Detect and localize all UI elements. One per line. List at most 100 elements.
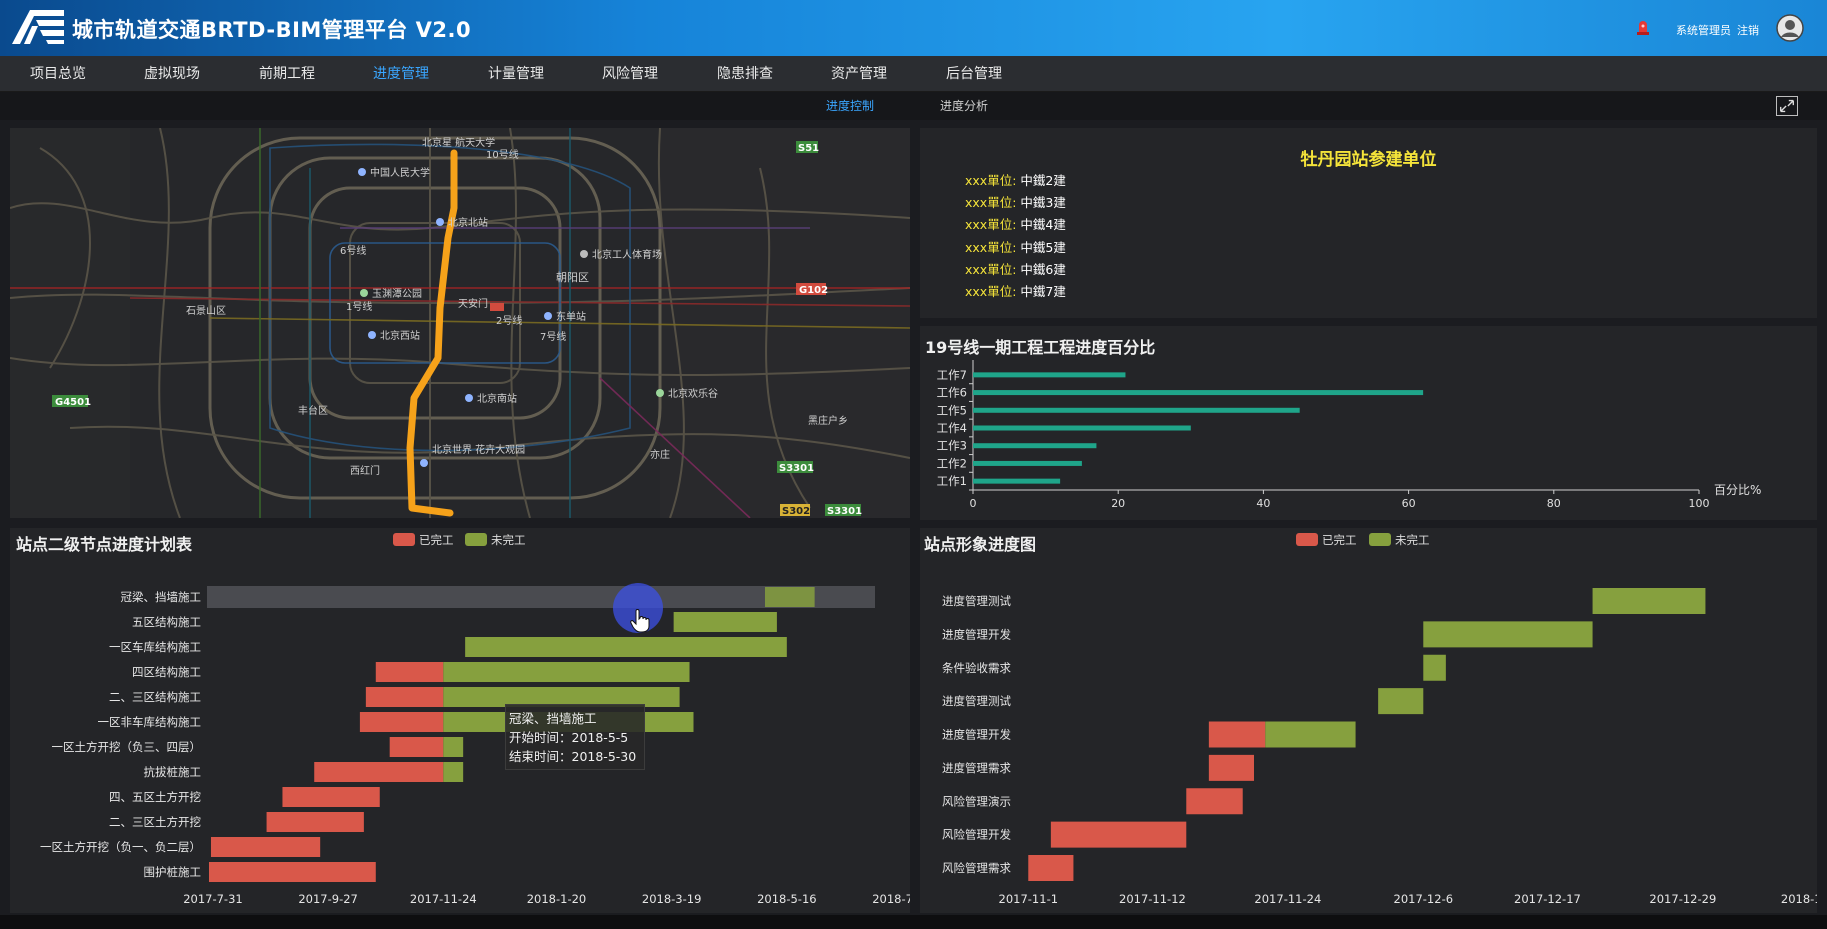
nav-item-schedule[interactable]: 进度管理	[373, 56, 429, 92]
done-bar	[1028, 855, 1074, 881]
tooltip-start: 开始时间：2018-5-5	[509, 730, 629, 745]
legend-done[interactable]: 已完工	[1296, 532, 1357, 548]
done-bar	[210, 837, 321, 857]
nav-item-risk[interactable]: 风险管理	[602, 56, 658, 92]
x-tick-label: 40	[1256, 497, 1270, 510]
logout-link[interactable]: 注销	[1737, 22, 1759, 38]
user-name-link[interactable]: 系统管理员	[1676, 22, 1731, 38]
units-panel: 牡丹园站参建单位 xxx單位: 中鐵2建 xxx單位: 中鐵3建 xxx單位: …	[920, 128, 1817, 318]
alarm-light-icon[interactable]	[1636, 18, 1650, 36]
bar	[973, 478, 1061, 484]
y-tick-label: 工作5	[937, 403, 967, 417]
legend-swatch	[1369, 533, 1391, 546]
unit-row: xxx單位: 中鐵2建	[965, 173, 1066, 188]
x-axis-label: 百分比%	[1714, 483, 1761, 497]
map-label: 黑庄户乡	[808, 414, 848, 427]
task-label: 条件验收需求	[942, 661, 1011, 675]
nav-item-hazard[interactable]: 隐患排查	[717, 56, 773, 92]
map-label: 北京南站	[477, 392, 517, 405]
tab-schedule-analysis[interactable]: 进度分析	[940, 92, 988, 120]
map-label: 亦庄	[650, 448, 670, 461]
x-tick-label: 20	[1111, 497, 1125, 510]
map-label: 玉渊潭公园	[372, 288, 422, 300]
station-node-gantt-panel: 站点二级节点进度计划表 已完工 未完工 围护桩施工 一区土方开挖（负一、负二层） 二…	[10, 528, 932, 913]
task-label: 二、三区土方开挖	[109, 815, 201, 829]
bar	[973, 407, 1300, 413]
undone-bar	[673, 612, 777, 632]
map-label: 7号线	[540, 330, 566, 343]
undone-bar	[443, 762, 464, 782]
nav-item-assets[interactable]: 资产管理	[831, 56, 887, 92]
sub-nav: 进度控制 进度分析	[0, 92, 1827, 120]
app-title: 城市轨道交通BRTD-BIM管理平台 V2.0	[72, 18, 472, 42]
x-tick-label: 2017-7-31	[183, 892, 243, 906]
task-label: 进度管理开发	[942, 728, 1011, 742]
fullscreen-button[interactable]	[1776, 96, 1798, 116]
map-label: 中国人民大学	[370, 166, 430, 179]
legend-swatch	[393, 533, 415, 546]
task-label: 进度管理测试	[942, 594, 1011, 608]
y-tick-label: 工作6	[937, 386, 967, 400]
gantt-tooltip: 冠梁、挡墙施工 开始时间：2018-5-5 结束时间：2018-5-30	[505, 704, 645, 770]
hand-cursor-icon	[630, 609, 650, 633]
task-label: 风险管理演示	[942, 794, 1011, 808]
y-tick-label: 工作2	[937, 456, 967, 470]
progress-chart-title: 19号线一期工程工程进度百分比	[925, 338, 1156, 357]
map-label: 北京欢乐谷	[668, 387, 718, 400]
tab-schedule-control[interactable]: 进度控制	[826, 92, 874, 120]
bar	[973, 372, 1126, 378]
task-label: 四区结构施工	[132, 665, 201, 679]
map-label: 石景山区	[186, 305, 226, 317]
map-label: 6号线	[340, 244, 366, 257]
x-tick-label: 80	[1547, 497, 1561, 510]
task-label: 一区车库结构施工	[109, 640, 201, 654]
undone-bar	[443, 662, 690, 682]
task-label: 抗拔桩施工	[144, 765, 202, 779]
map-label: G4501	[55, 397, 91, 408]
station-node-gantt-chart[interactable]: 围护桩施工 一区土方开挖（负一、负二层） 二、三区土方开挖四、五区土方开挖 抗拔桩施工…	[10, 528, 932, 913]
task-label: 二、三区结构施工	[109, 690, 201, 704]
x-tick-label: 2017-11-12	[1119, 892, 1186, 906]
task-label: 一区土方开挖（负一、负二层）	[40, 840, 201, 854]
nav-item-virtual-site[interactable]: 虚拟现场	[144, 56, 200, 92]
x-tick-label: 2017-11-1	[999, 892, 1059, 906]
legend-swatch	[1296, 533, 1318, 546]
done-bar	[1208, 754, 1254, 781]
done-bar	[314, 762, 444, 782]
x-tick-label: 2017-11-24	[1254, 892, 1321, 906]
nav-item-preliminary[interactable]: 前期工程	[259, 56, 315, 92]
done-bar	[365, 687, 444, 707]
x-tick-label: 2017-9-27	[298, 892, 358, 906]
x-tick-label: 60	[1402, 497, 1416, 510]
done-bar	[208, 862, 376, 882]
map-label: 北京工人体育场	[592, 248, 662, 261]
y-tick-label: 工作3	[937, 439, 967, 453]
nav-item-metering[interactable]: 计量管理	[488, 56, 544, 92]
x-tick-label: 2017-12-29	[1649, 892, 1716, 906]
nav-item-overview[interactable]: 项目总览	[30, 56, 86, 92]
unit-row: xxx單位: 中鐵5建	[965, 240, 1066, 255]
unit-row: xxx單位: 中鐵7建	[965, 284, 1066, 299]
done-bar	[1186, 788, 1243, 815]
station-image-gantt-chart[interactable]: 风险管理需求风险管理开发风险管理演示进度管理需求进度管理开发进度管理测试条件验收…	[920, 528, 1827, 913]
map-label: 丰台区	[298, 404, 328, 417]
done-bar	[375, 662, 444, 682]
undone-bar	[1265, 721, 1356, 748]
x-tick-label: 2018-1-20	[527, 892, 587, 906]
done-bar	[1050, 821, 1187, 848]
platform-logo	[12, 10, 64, 44]
legend-undone[interactable]: 未完工	[1369, 532, 1430, 548]
metro-map[interactable]: G4501 G102 S51 S3301 S302 S3301 北京星 航天大学…	[10, 128, 910, 518]
map-label: 西红门	[350, 464, 380, 477]
unit-row: xxx單位: 中鐵4建	[965, 217, 1066, 232]
legend-undone[interactable]: 未完工	[465, 532, 526, 548]
nav-item-admin[interactable]: 后台管理	[946, 56, 1002, 92]
bar	[973, 425, 1191, 431]
map-canvas: G4501 G102 S51 S3301 S302 S3301 北京星 航天大学…	[10, 128, 910, 518]
header-bar: 城市轨道交通BRTD-BIM管理平台 V2.0 系统管理员 注销	[0, 0, 1827, 56]
avatar-icon[interactable]	[1776, 14, 1804, 42]
bottom-strip	[0, 915, 1827, 929]
x-tick-label: 100	[1689, 497, 1710, 510]
legend-done[interactable]: 已完工	[393, 532, 454, 548]
map-label: 东单站	[556, 310, 586, 323]
